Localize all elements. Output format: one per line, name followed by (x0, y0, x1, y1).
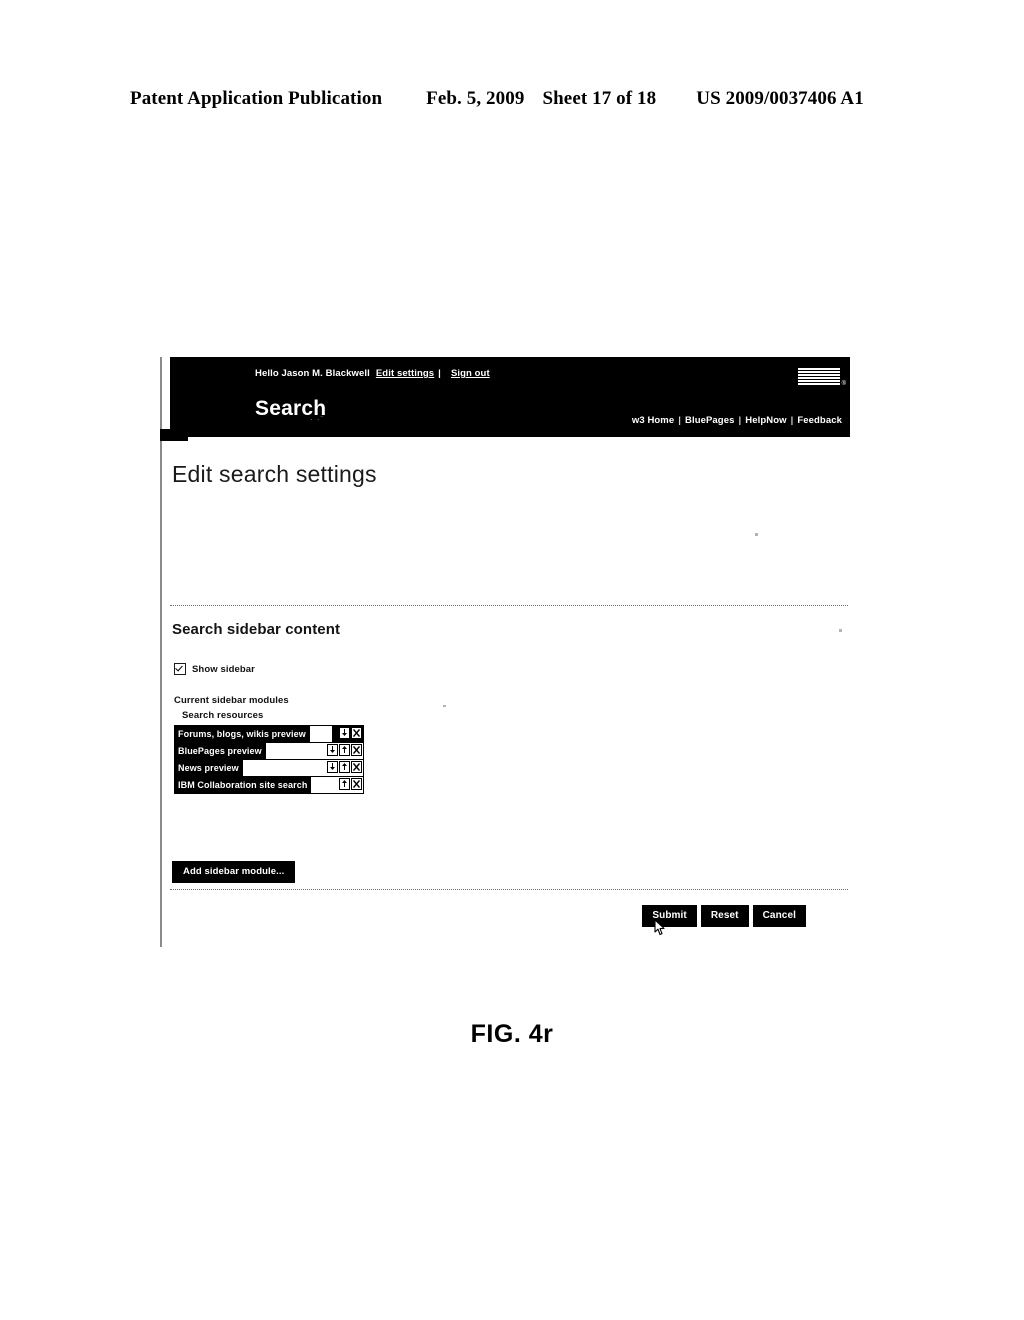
nav-link-bluepages[interactable]: BluePages (685, 415, 734, 426)
show-sidebar-label: Show sidebar (192, 663, 255, 675)
patent-date: Feb. 5, 2009 (426, 88, 525, 109)
user-greeting: Hello Jason M. Blackwell Edit settings | Si… (255, 368, 490, 379)
move-down-icon[interactable] (327, 744, 338, 756)
move-up-icon[interactable] (339, 744, 350, 756)
nav-divider: | (738, 415, 742, 426)
remove-icon[interactable] (351, 761, 362, 773)
greeting-separator: | (438, 368, 441, 379)
section-divider-bottom (170, 889, 848, 891)
edit-settings-link[interactable]: Edit settings (376, 368, 434, 379)
section-divider-top (170, 605, 848, 607)
scan-artifact (443, 705, 446, 707)
screenshot-figure: Hello Jason M. Blackwell Edit settings | Si… (160, 357, 850, 947)
move-down-icon[interactable] (327, 761, 338, 773)
submit-button[interactable]: Submit (642, 905, 697, 927)
patent-header: Patent Application Publication Feb. 5, 2… (130, 88, 895, 110)
figure-caption: FIG. 4r (470, 1020, 554, 1048)
section-title: Search sidebar content (172, 621, 341, 638)
add-sidebar-module-button[interactable]: Add sidebar module... (172, 861, 296, 883)
nav-link-feedback[interactable]: Feedback (797, 415, 842, 426)
ibm-registered-mark-icon: ® (841, 381, 846, 387)
patent-sheet-number: Sheet 17 of 18 (542, 88, 657, 109)
table-row[interactable]: IBM Collaboration site search (175, 777, 363, 794)
screenshot-left-border (160, 357, 162, 947)
page-title: Edit search settings (172, 461, 377, 487)
table-row[interactable]: News preview (175, 760, 363, 777)
module-controls (339, 727, 362, 739)
banner-notch (160, 429, 188, 441)
modules-group-label: Search resources (182, 710, 264, 721)
scan-artifact (755, 533, 758, 536)
module-name: Forums, blogs, wikis preview (175, 726, 310, 742)
move-up-icon[interactable] (339, 778, 350, 790)
cancel-button[interactable]: Cancel (752, 905, 806, 927)
sign-out-link[interactable]: Sign out (451, 368, 490, 379)
brand-decoration: · ·¨ (310, 415, 325, 424)
reset-button[interactable]: Reset (700, 905, 749, 927)
move-down-icon[interactable] (339, 727, 350, 739)
sidebar-modules-table: Forums, blogs, wikis preview BluePages p… (174, 725, 364, 794)
remove-icon[interactable] (351, 727, 362, 739)
module-drag-handle[interactable] (313, 733, 332, 735)
patent-application-number: US 2009/0037406 A1 (696, 88, 864, 109)
show-sidebar-checkbox-row[interactable]: Show sidebar (174, 663, 255, 675)
module-name: BluePages preview (175, 743, 266, 759)
table-row[interactable]: Forums, blogs, wikis preview (175, 726, 363, 743)
utility-nav: w3 Home | BluePages | HelpNow | Feedback (632, 415, 842, 426)
patent-publication-label: Patent Application Publication (130, 88, 383, 109)
table-row[interactable]: BluePages preview (175, 743, 363, 760)
module-controls (327, 761, 362, 773)
ibm-logo-icon (798, 368, 840, 385)
nav-divider: | (678, 415, 681, 426)
scan-artifact (839, 629, 842, 632)
module-controls (327, 744, 362, 756)
show-sidebar-checkbox[interactable] (174, 663, 186, 675)
form-action-buttons: Submit Reset Cancel (642, 905, 806, 936)
nav-link-helpnow[interactable]: HelpNow (745, 415, 786, 426)
module-controls (339, 778, 362, 790)
remove-icon[interactable] (351, 778, 362, 790)
nav-divider: | (790, 415, 794, 426)
greeting-text: Hello Jason M. Blackwell (255, 368, 370, 379)
module-name: News preview (175, 760, 243, 776)
nav-link-w3-home[interactable]: w3 Home (632, 415, 674, 426)
remove-icon[interactable] (351, 744, 362, 756)
app-banner: Hello Jason M. Blackwell Edit settings | Si… (170, 357, 850, 437)
current-modules-label: Current sidebar modules (174, 695, 289, 706)
move-up-icon[interactable] (339, 761, 350, 773)
module-name: IBM Collaboration site search (175, 777, 312, 793)
